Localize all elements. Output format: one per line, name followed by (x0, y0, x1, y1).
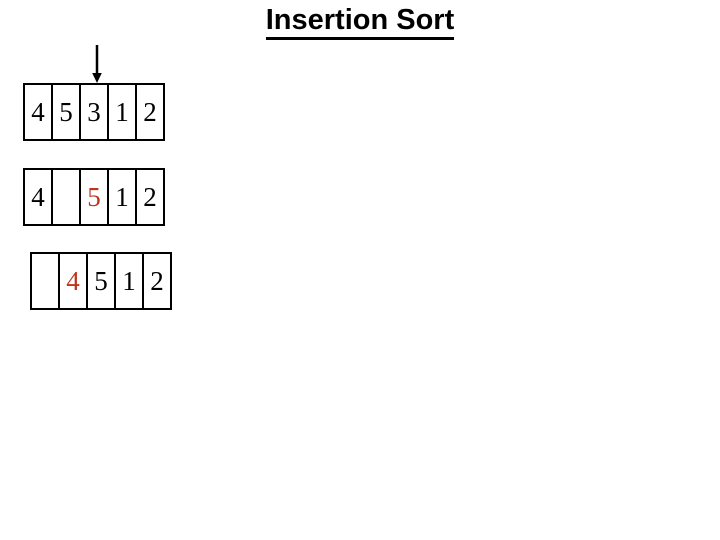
array-cell-highlighted: 4 (60, 254, 88, 308)
slide-canvas: Insertion Sort 4 5 3 1 2 4 5 1 2 4 5 1 2 (0, 0, 720, 540)
array-cell: 4 (25, 170, 53, 224)
array-cell-empty (32, 254, 60, 308)
page-title-text: Insertion Sort (265, 4, 455, 40)
array-cell: 4 (25, 85, 53, 139)
array-cell-empty (53, 170, 81, 224)
array-cell: 2 (137, 85, 165, 139)
array-row-step-3: 4 5 1 2 (30, 252, 172, 310)
array-cell: 3 (81, 85, 109, 139)
array-cell: 2 (144, 254, 172, 308)
array-cell: 2 (137, 170, 165, 224)
array-cell: 1 (116, 254, 144, 308)
page-title: Insertion Sort (0, 4, 720, 40)
array-cell: 5 (88, 254, 116, 308)
array-cell: 1 (109, 85, 137, 139)
array-row-step-1: 4 5 3 1 2 (23, 83, 165, 141)
array-row-step-2: 4 5 1 2 (23, 168, 165, 226)
down-arrow-icon (89, 44, 105, 84)
array-cell: 5 (53, 85, 81, 139)
array-cell-highlighted: 5 (81, 170, 109, 224)
array-cell: 1 (109, 170, 137, 224)
